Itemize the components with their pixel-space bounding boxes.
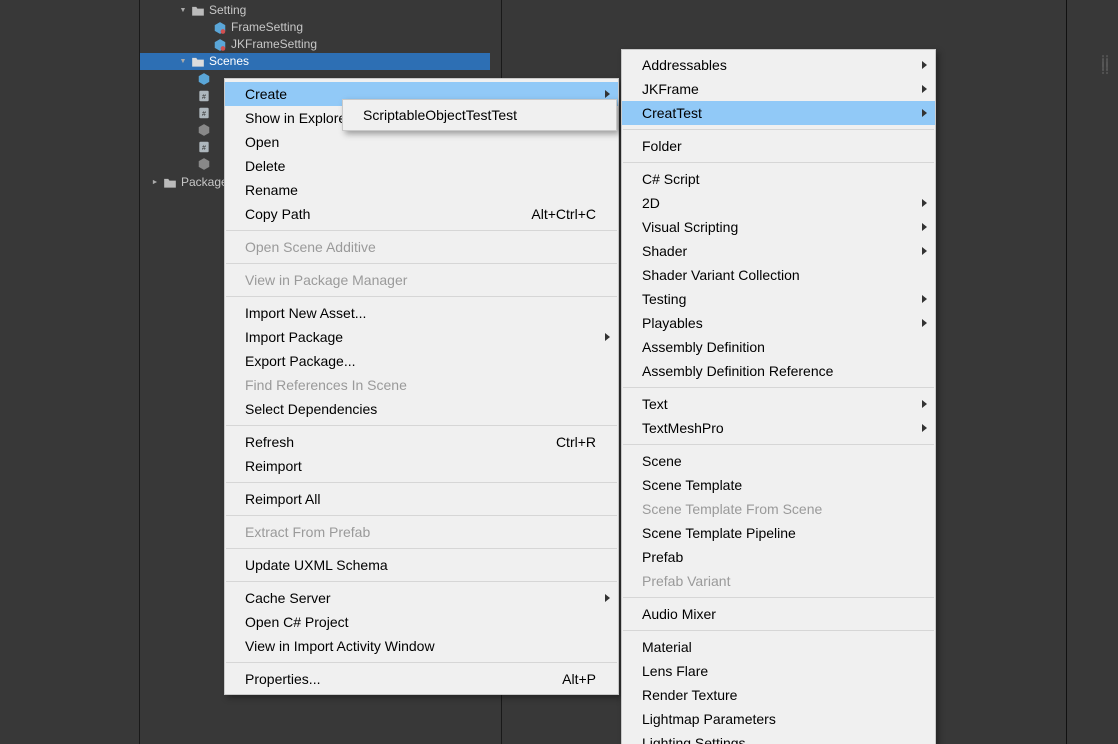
menu-item-update-uxml[interactable]: Update UXML Schema xyxy=(225,553,618,577)
menu-separator xyxy=(226,548,617,549)
menu-item-open[interactable]: Open xyxy=(225,130,618,154)
menu-separator xyxy=(226,482,617,483)
svg-text:#: # xyxy=(202,110,206,117)
menu-item-shader-variant[interactable]: Shader Variant Collection xyxy=(622,263,935,287)
expand-arrow-icon[interactable] xyxy=(150,178,160,188)
menu-item-scene-template-pipeline[interactable]: Scene Template Pipeline xyxy=(622,521,935,545)
menu-item-folder[interactable]: Folder xyxy=(622,134,935,158)
menu-item-view-import-activity[interactable]: View in Import Activity Window xyxy=(225,634,618,658)
svg-text:#: # xyxy=(202,93,206,100)
menu-item-cache-server[interactable]: Cache Server xyxy=(225,586,618,610)
menu-item-audio-mixer[interactable]: Audio Mixer xyxy=(622,602,935,626)
menu-item-jkframe[interactable]: JKFrame xyxy=(622,77,935,101)
scriptable-object-icon xyxy=(212,37,227,52)
folder-icon xyxy=(162,175,177,190)
asset-context-menu: Create Show in Explorer Open Delete Rena… xyxy=(224,78,619,695)
menu-item-scene-template-from-scene: Scene Template From Scene xyxy=(622,497,935,521)
menu-item-refresh[interactable]: RefreshCtrl+R xyxy=(225,430,618,454)
menu-separator xyxy=(226,515,617,516)
menu-item-render-texture[interactable]: Render Texture xyxy=(622,683,935,707)
menu-item-scriptable-object-test[interactable]: ScriptableObjectTestTest xyxy=(343,103,616,127)
tree-folder-setting[interactable]: Setting xyxy=(140,2,500,19)
menu-item-shader[interactable]: Shader xyxy=(622,239,935,263)
menu-item-export-package[interactable]: Export Package... xyxy=(225,349,618,373)
expand-arrow-icon[interactable] xyxy=(178,6,188,16)
shortcut-label: Alt+P xyxy=(562,671,596,687)
svg-text:#: # xyxy=(202,144,206,151)
menu-separator xyxy=(623,630,934,631)
shortcut-label: Alt+Ctrl+C xyxy=(531,206,596,222)
menu-item-assembly-definition[interactable]: Assembly Definition xyxy=(622,335,935,359)
menu-item-extract-from-prefab: Extract From Prefab xyxy=(225,520,618,544)
menu-item-text[interactable]: Text xyxy=(622,392,935,416)
script-icon: # xyxy=(196,88,211,103)
menu-item-2d[interactable]: 2D xyxy=(622,191,935,215)
menu-item-lightmap-parameters[interactable]: Lightmap Parameters xyxy=(622,707,935,731)
menu-item-delete[interactable]: Delete xyxy=(225,154,618,178)
menu-separator xyxy=(226,230,617,231)
create-intermediate-submenu: ScriptableObjectTestTest xyxy=(342,99,617,131)
menu-item-creattest[interactable]: CreatTest xyxy=(622,101,935,125)
folder-icon xyxy=(190,3,205,18)
menu-item-import-new-asset[interactable]: Import New Asset... xyxy=(225,301,618,325)
menu-item-view-in-package-manager: View in Package Manager xyxy=(225,268,618,292)
menu-item-prefab-variant: Prefab Variant xyxy=(622,569,935,593)
menu-item-select-dependencies[interactable]: Select Dependencies xyxy=(225,397,618,421)
dock-grip-icon[interactable]: ┊┊┊┊┊┊ xyxy=(1100,60,1112,72)
menu-separator xyxy=(226,296,617,297)
menu-item-material[interactable]: Material xyxy=(622,635,935,659)
menu-item-textmeshpro[interactable]: TextMeshPro xyxy=(622,416,935,440)
scriptable-object-icon xyxy=(212,20,227,35)
menu-item-lens-flare[interactable]: Lens Flare xyxy=(622,659,935,683)
tree-label: Scenes xyxy=(209,53,249,70)
menu-item-open-cs-project[interactable]: Open C# Project xyxy=(225,610,618,634)
folder-icon xyxy=(190,54,205,69)
menu-item-lighting-settings[interactable]: Lighting Settings xyxy=(622,731,935,744)
menu-item-reimport-all[interactable]: Reimport All xyxy=(225,487,618,511)
menu-separator xyxy=(226,425,617,426)
menu-separator xyxy=(623,387,934,388)
menu-item-testing[interactable]: Testing xyxy=(622,287,935,311)
menu-separator xyxy=(226,263,617,264)
create-submenu: Addressables JKFrame CreatTest Folder C#… xyxy=(621,49,936,744)
menu-item-scene[interactable]: Scene xyxy=(622,449,935,473)
menu-item-find-references: Find References In Scene xyxy=(225,373,618,397)
prefab-icon xyxy=(196,156,211,171)
tree-label: JKFrameSetting xyxy=(231,36,317,53)
menu-separator xyxy=(226,662,617,663)
menu-item-assembly-definition-ref[interactable]: Assembly Definition Reference xyxy=(622,359,935,383)
menu-item-visual-scripting[interactable]: Visual Scripting xyxy=(622,215,935,239)
menu-item-rename[interactable]: Rename xyxy=(225,178,618,202)
tree-asset-framesetting[interactable]: FrameSetting xyxy=(140,19,500,36)
menu-item-properties[interactable]: Properties...Alt+P xyxy=(225,667,618,691)
shortcut-label: Ctrl+R xyxy=(556,434,596,450)
tree-label: Setting xyxy=(209,2,246,19)
tree-label: FrameSetting xyxy=(231,19,303,36)
menu-item-scene-template[interactable]: Scene Template xyxy=(622,473,935,497)
menu-separator xyxy=(623,597,934,598)
tree-asset-jkframesetting[interactable]: JKFrameSetting xyxy=(140,36,500,53)
menu-item-addressables[interactable]: Addressables xyxy=(622,53,935,77)
menu-separator xyxy=(623,129,934,130)
menu-item-import-package[interactable]: Import Package xyxy=(225,325,618,349)
menu-item-playables[interactable]: Playables xyxy=(622,311,935,335)
menu-item-reimport[interactable]: Reimport xyxy=(225,454,618,478)
expand-arrow-icon[interactable] xyxy=(178,57,188,67)
menu-item-copy-path[interactable]: Copy PathAlt+Ctrl+C xyxy=(225,202,618,226)
menu-item-open-scene-additive: Open Scene Additive xyxy=(225,235,618,259)
menu-separator xyxy=(623,162,934,163)
menu-separator xyxy=(623,444,934,445)
prefab-icon xyxy=(196,122,211,137)
tree-folder-scenes[interactable]: Scenes xyxy=(140,53,490,70)
menu-item-prefab[interactable]: Prefab xyxy=(622,545,935,569)
script-icon: # xyxy=(196,139,211,154)
script-icon: # xyxy=(196,105,211,120)
menu-item-cs-script[interactable]: C# Script xyxy=(622,167,935,191)
prefab-icon xyxy=(196,71,211,86)
menu-separator xyxy=(226,581,617,582)
